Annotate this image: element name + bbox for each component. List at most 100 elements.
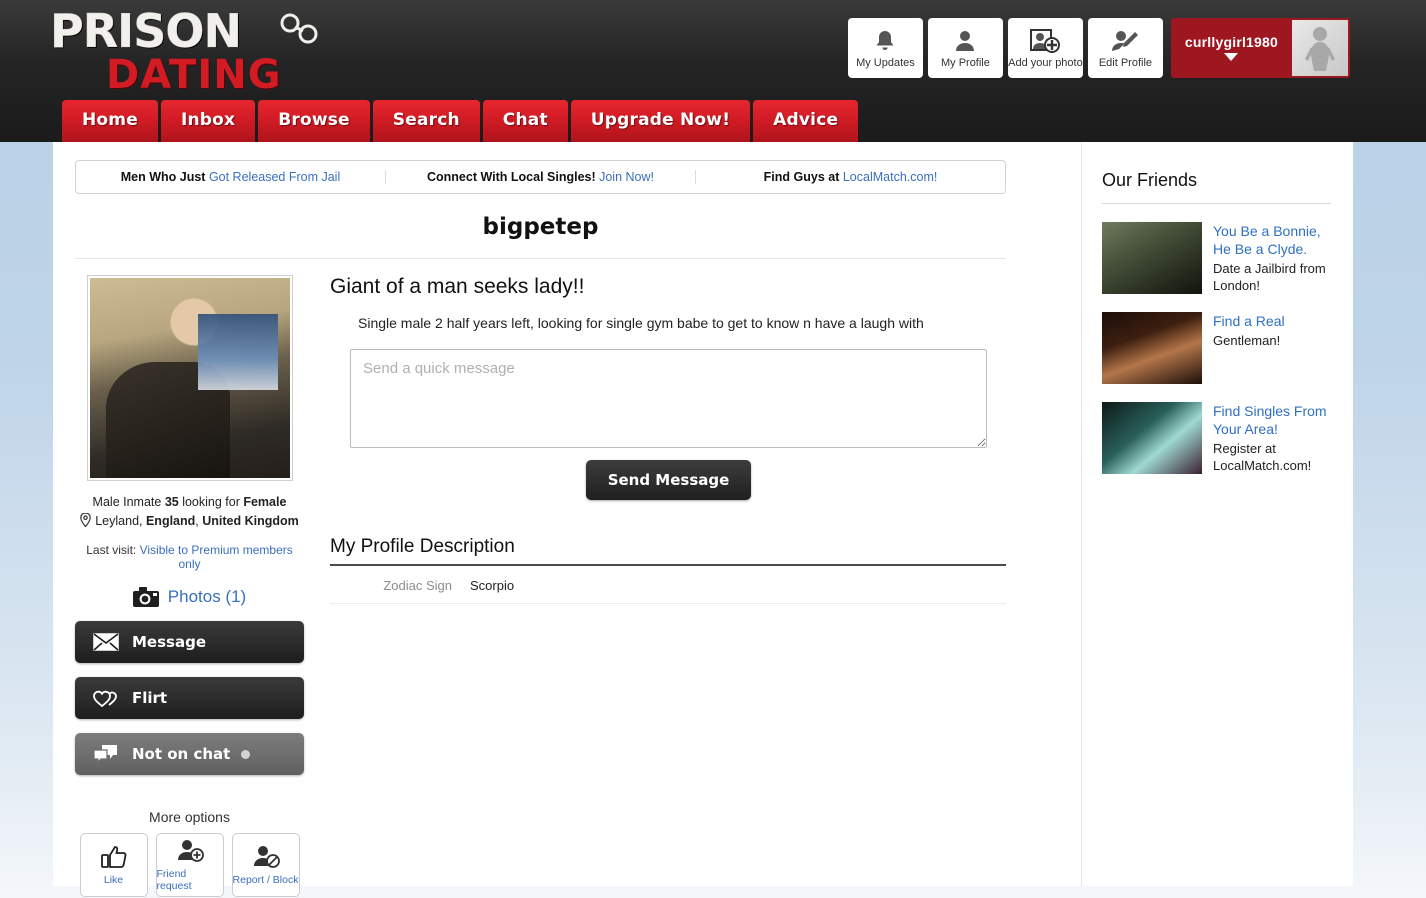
header-actions: My Updates My Profile Add your photo Edi… bbox=[847, 18, 1350, 78]
promo-text-3: Find Guys at bbox=[763, 170, 843, 184]
last-visit-label: Last visit: bbox=[86, 543, 140, 557]
friend-subtitle: Register at LocalMatch.com! bbox=[1213, 441, 1312, 473]
friend-thumbnail[interactable] bbox=[1102, 402, 1202, 474]
message-button-label: Message bbox=[132, 633, 206, 651]
send-message-row: Send Message bbox=[350, 460, 987, 500]
profile-detail-row: Zodiac Sign Scorpio bbox=[330, 566, 1006, 604]
nav-item-advice[interactable]: Advice bbox=[753, 100, 859, 142]
promo-link-3[interactable]: LocalMatch.com! bbox=[843, 170, 937, 184]
add-your-photo-button[interactable]: Add your photo bbox=[1007, 18, 1083, 78]
profile-description-heading: My Profile Description bbox=[330, 536, 1006, 566]
promo-link-2[interactable]: Join Now! bbox=[599, 170, 654, 184]
edit-profile-button[interactable]: Edit Profile bbox=[1087, 18, 1163, 78]
user-menu[interactable]: curllygirl1980 bbox=[1170, 18, 1350, 78]
friend-request-label: Friend request bbox=[156, 867, 192, 892]
location-region: England bbox=[145, 514, 196, 528]
promo-item-3[interactable]: Find Guys at LocalMatch.com! bbox=[696, 170, 1005, 184]
friend-subtitle: Gentleman! bbox=[1213, 333, 1281, 348]
friend-item[interactable]: You Be a Bonnie, He Be a Clyde. Date a J… bbox=[1102, 222, 1331, 294]
profile-photo[interactable] bbox=[86, 275, 293, 481]
profile-age: 35 bbox=[164, 495, 179, 509]
profile-seeking: Female bbox=[243, 495, 287, 509]
location-pin-icon bbox=[80, 512, 92, 528]
username-label: curllygirl1980 bbox=[1184, 34, 1278, 50]
my-updates-label: My Updates bbox=[856, 56, 915, 69]
friend-subtitle: Date a Jailbird from London! bbox=[1213, 261, 1326, 293]
friend-request-button[interactable]: Friend request bbox=[155, 833, 224, 897]
profile-main: Giant of a man seeks lady!! Single male … bbox=[304, 275, 1006, 897]
promo-bar: Men Who Just Got Released From Jail Conn… bbox=[75, 160, 1006, 194]
female-silhouette-icon bbox=[1305, 27, 1335, 71]
flirt-button-label: Flirt bbox=[132, 689, 168, 707]
main-column: Men Who Just Got Released From Jail Conn… bbox=[53, 142, 1028, 897]
promo-item-1[interactable]: Men Who Just Got Released From Jail bbox=[76, 170, 386, 184]
gender-mid: looking for bbox=[178, 495, 244, 509]
last-visit-value[interactable]: Visible to Premium members only bbox=[140, 543, 293, 571]
friend-link[interactable]: Find a Real bbox=[1213, 312, 1285, 330]
my-updates-button[interactable]: My Updates bbox=[847, 18, 923, 78]
promo-text-2: Connect With Local Singles! bbox=[426, 170, 600, 184]
block-person-icon bbox=[253, 845, 280, 868]
friend-text: You Be a Bonnie, He Be a Clyde. Date a J… bbox=[1202, 222, 1331, 294]
last-visit: Last visit: Visible to Premium members o… bbox=[75, 543, 304, 571]
add-your-photo-label: Add your photo bbox=[1008, 56, 1083, 69]
more-options-row: Like Friend request Report / Block bbox=[75, 833, 304, 897]
nav-item-home[interactable]: Home bbox=[62, 100, 158, 142]
friend-thumbnail[interactable] bbox=[1102, 312, 1202, 384]
chat-bubbles-icon bbox=[93, 744, 119, 764]
promo-item-2[interactable]: Connect With Local Singles! Join Now! bbox=[386, 170, 696, 184]
friend-item[interactable]: Find a Real Gentleman! bbox=[1102, 312, 1331, 384]
hearts-icon bbox=[93, 688, 119, 708]
add-person-icon bbox=[177, 839, 204, 862]
camera-icon bbox=[132, 587, 159, 607]
quick-message-input[interactable] bbox=[350, 349, 987, 448]
detail-key: Zodiac Sign bbox=[383, 578, 452, 593]
site-logo[interactable]: PRISON DATING bbox=[50, 8, 340, 96]
report-block-button[interactable]: Report / Block bbox=[231, 833, 300, 897]
add-photo-icon bbox=[1030, 28, 1061, 54]
envelope-icon bbox=[93, 633, 119, 651]
my-profile-button[interactable]: My Profile bbox=[927, 18, 1003, 78]
report-block-label: Report / Block bbox=[232, 873, 299, 886]
promo-link-1[interactable]: Got Released From Jail bbox=[209, 170, 340, 184]
friend-link[interactable]: Find Singles From Your Area! bbox=[1213, 402, 1331, 438]
nav-item-chat[interactable]: Chat bbox=[482, 100, 568, 142]
site-header: PRISON DATING My Updates My Profile Add … bbox=[0, 0, 1426, 142]
friends-sidebar: Our Friends You Be a Bonnie, He Be a Cly… bbox=[1082, 142, 1353, 474]
chat-status-button[interactable]: Not on chat bbox=[75, 733, 304, 775]
nav-item-browse[interactable]: Browse bbox=[258, 100, 370, 142]
friend-thumbnail[interactable] bbox=[1102, 222, 1202, 294]
logo-text-dating: DATING bbox=[106, 52, 282, 98]
profile-headline: Giant of a man seeks lady!! bbox=[330, 275, 585, 298]
profile-photo-image bbox=[89, 278, 290, 478]
profile-sidebar: Male Inmate 35 looking for Female Leylan… bbox=[75, 275, 304, 897]
avatar[interactable] bbox=[1292, 20, 1348, 76]
edit-profile-label: Edit Profile bbox=[1098, 56, 1153, 69]
send-message-button[interactable]: Send Message bbox=[585, 460, 752, 500]
flirt-button[interactable]: Flirt bbox=[75, 677, 304, 719]
friend-text: Find Singles From Your Area! Register at… bbox=[1202, 402, 1331, 474]
like-button[interactable]: Like bbox=[79, 833, 148, 897]
friend-link[interactable]: You Be a Bonnie, He Be a Clyde. bbox=[1213, 222, 1331, 258]
gender-prefix: Male Inmate bbox=[92, 495, 165, 509]
person-icon bbox=[954, 28, 976, 54]
location-country: United Kingdom bbox=[202, 514, 299, 528]
profile-gender-line: Male Inmate 35 looking for Female bbox=[75, 493, 304, 512]
photos-link-label: Photos (1) bbox=[167, 587, 247, 606]
handcuffs-icon bbox=[280, 13, 318, 44]
nav-item-search[interactable]: Search bbox=[372, 100, 480, 142]
page-title: bigpetep bbox=[75, 214, 1006, 259]
friend-text: Find a Real Gentleman! bbox=[1202, 312, 1285, 384]
status-dot-icon bbox=[241, 749, 251, 759]
detail-value: Scorpio bbox=[470, 578, 515, 593]
message-button[interactable]: Message bbox=[75, 621, 304, 663]
like-button-label: Like bbox=[103, 873, 124, 886]
my-profile-label: My Profile bbox=[940, 56, 990, 69]
friend-item[interactable]: Find Singles From Your Area! Register at… bbox=[1102, 402, 1331, 474]
bell-icon bbox=[874, 28, 896, 54]
nav-item-inbox[interactable]: Inbox bbox=[160, 100, 256, 142]
promo-text-1: Men Who Just bbox=[120, 170, 209, 184]
thumbs-up-icon bbox=[100, 845, 126, 868]
photos-link[interactable]: Photos (1) bbox=[75, 587, 304, 607]
nav-item-upgrade-now[interactable]: Upgrade Now! bbox=[570, 100, 751, 142]
